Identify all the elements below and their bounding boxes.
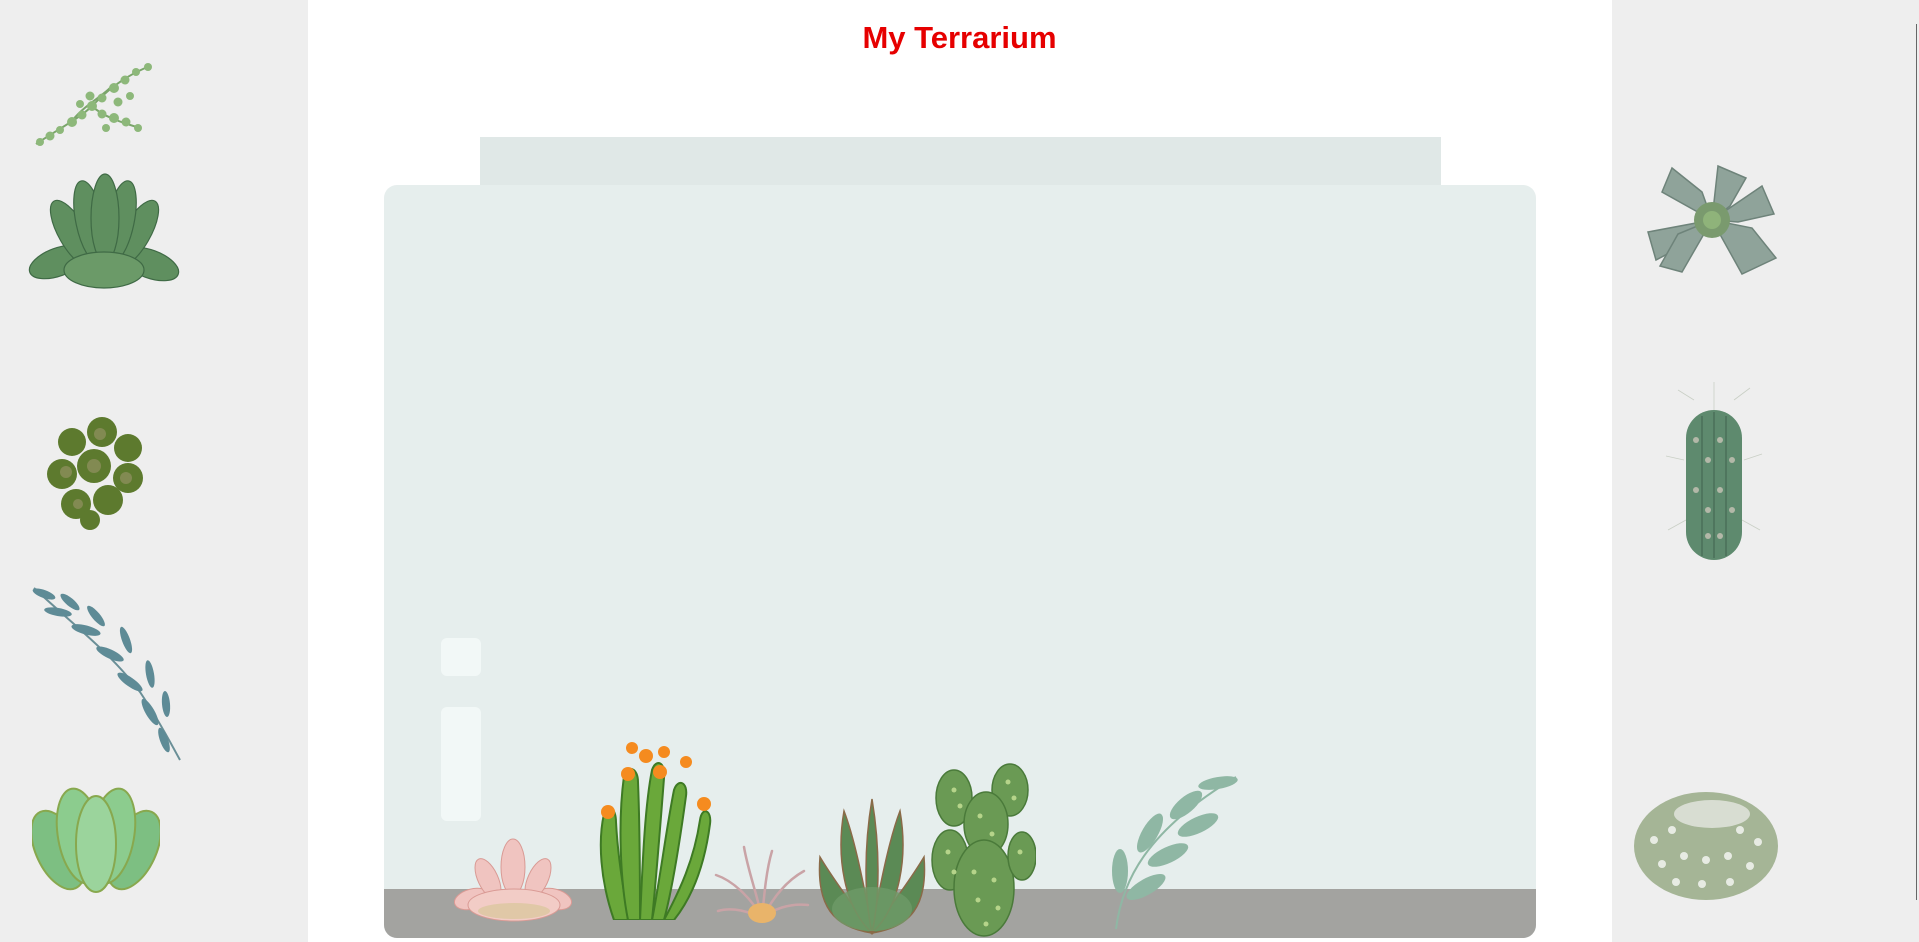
page-scrollbar[interactable] <box>1914 0 1919 942</box>
eucalyptus-branch-plant[interactable] <box>30 582 190 764</box>
pink-succulent-plant[interactable] <box>454 835 572 925</box>
page-title: My Terrarium <box>862 20 1057 55</box>
clustered-succulent-plant[interactable] <box>42 412 152 532</box>
blue-echeveria-plant[interactable] <box>1642 162 1782 280</box>
string-of-pearls-plant[interactable] <box>30 58 160 150</box>
air-plant[interactable] <box>714 841 810 925</box>
prickly-pear-cactus-plant[interactable] <box>930 760 1036 938</box>
page-scrollbar-thumb[interactable] <box>1916 24 1917 900</box>
columnar-cactus-plant[interactable] <box>1664 380 1764 566</box>
flowering-cactus-plant[interactable] <box>594 740 714 920</box>
left-plant-container <box>0 0 308 942</box>
echeveria-plant[interactable] <box>28 172 180 294</box>
jar-lid <box>480 137 1441 185</box>
aloe-plant[interactable] <box>814 797 930 935</box>
jar-glossy-highlight-short <box>441 638 481 676</box>
jar-glossy-highlight-long <box>441 707 481 821</box>
right-plant-container <box>1612 0 1919 942</box>
leafy-sprig-plant[interactable] <box>1106 771 1238 931</box>
round-hairy-cactus-plant[interactable] <box>1632 780 1782 902</box>
jade-succulent-plant[interactable] <box>32 770 160 900</box>
terrarium-jar <box>384 185 1536 938</box>
